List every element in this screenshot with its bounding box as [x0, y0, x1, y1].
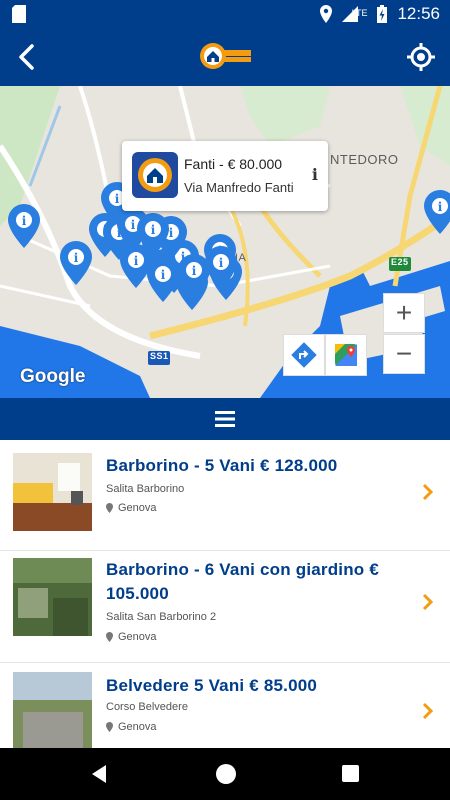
nav-home-icon[interactable] [216, 764, 236, 784]
listing-city: Genova [106, 721, 157, 733]
zoom-in-button[interactable]: + [383, 293, 425, 333]
house-logo-icon [132, 152, 178, 198]
location-pin-icon [106, 503, 113, 513]
menu-bar [0, 398, 450, 440]
listing-street: Corso Belvedere [106, 701, 188, 713]
listing-city-label: Genova [118, 721, 157, 733]
map-label-district: NTEDORO [330, 152, 399, 167]
directions-icon [291, 342, 317, 368]
gdb-immobiliare-logo [200, 43, 251, 69]
listing-photo [13, 672, 92, 748]
marker-info-glyph: i [74, 251, 79, 265]
map-view[interactable]: NTEDORO NA E25 SS1 iiiiiiiiiiiiiiiiiii F… [0, 86, 450, 398]
listing-photo [13, 453, 92, 531]
listing-city: Genova [106, 502, 157, 514]
system-nav-bar [0, 748, 450, 800]
marker-info-glyph: i [22, 214, 27, 228]
callout-address: Via Manfredo Fanti [184, 180, 294, 195]
listing-title: Barborino - 6 Vani con giardino € 105.00… [106, 560, 379, 603]
directions-button[interactable] [283, 334, 325, 376]
callout-title: Fanti - € 80.000 [184, 156, 283, 172]
status-time: 12:56 [397, 4, 440, 23]
location-pin-icon [106, 722, 113, 732]
map-label-road: SS1 [150, 351, 169, 361]
map-marker[interactable]: i [60, 241, 92, 285]
nav-back-icon[interactable] [90, 764, 108, 784]
listing-list: Barborino - 5 Vani € 128.000 Salita Barb… [0, 440, 450, 748]
app-bar [0, 28, 450, 86]
location-pin-icon [106, 632, 113, 642]
listing-title: Belvedere 5 Vani € 85.000 [106, 676, 318, 695]
map-marker[interactable]: i [205, 246, 237, 290]
map-label-highway: E25 [391, 257, 409, 267]
nav-recent-apps-icon[interactable] [342, 765, 359, 782]
marker-info-glyph: i [438, 200, 443, 214]
listing-title: Barborino - 5 Vani € 128.000 [106, 456, 338, 475]
list-item[interactable]: Belvedere 5 Vani € 85.000 Corso Belveder… [0, 662, 450, 748]
marker-info-glyph: i [115, 192, 120, 206]
marker-info-glyph: i [151, 223, 156, 237]
back-arrow-icon[interactable] [10, 40, 44, 74]
listing-street: Salita Barborino [106, 483, 185, 495]
listing-city-label: Genova [118, 502, 157, 514]
map-marker[interactable]: i [8, 204, 40, 248]
location-icon [319, 5, 332, 23]
listing-photo [13, 558, 92, 636]
zoom-out-button[interactable]: − [383, 334, 425, 374]
status-bar: LTE 12:56 [0, 0, 450, 28]
listing-street: Salita San Barborino 2 [106, 611, 217, 623]
map-marker[interactable]: i [424, 190, 450, 234]
marker-info-glyph: i [131, 218, 136, 232]
info-icon[interactable]: i [312, 165, 318, 184]
map-callout[interactable]: Fanti - € 80.000 Via Manfredo Fanti i [122, 141, 328, 211]
listing-city: Genova [106, 631, 157, 643]
list-item[interactable]: Barborino - 5 Vani € 128.000 Salita Barb… [0, 440, 450, 550]
marker-info-glyph: i [161, 268, 166, 282]
battery-icon [377, 5, 388, 23]
list-item[interactable]: Barborino - 6 Vani con giardino € 105.00… [0, 550, 450, 662]
google-attribution: Google [20, 366, 86, 387]
hamburger-menu-icon[interactable] [215, 411, 235, 427]
crosshair-icon[interactable] [404, 40, 438, 74]
marker-info-glyph: i [219, 256, 224, 270]
google-maps-icon [335, 344, 357, 366]
chevron-right-icon[interactable] [420, 483, 436, 501]
chevron-right-icon[interactable] [420, 702, 436, 720]
chevron-right-icon[interactable] [420, 593, 436, 611]
listing-city-label: Genova [118, 631, 157, 643]
marker-info-glyph: i [169, 226, 174, 240]
map-marker[interactable]: i [137, 213, 169, 257]
open-google-maps-button[interactable] [325, 334, 367, 376]
sd-card-icon [12, 5, 26, 23]
marker-info-glyph: i [192, 264, 197, 278]
network-label: LTE [351, 8, 368, 18]
